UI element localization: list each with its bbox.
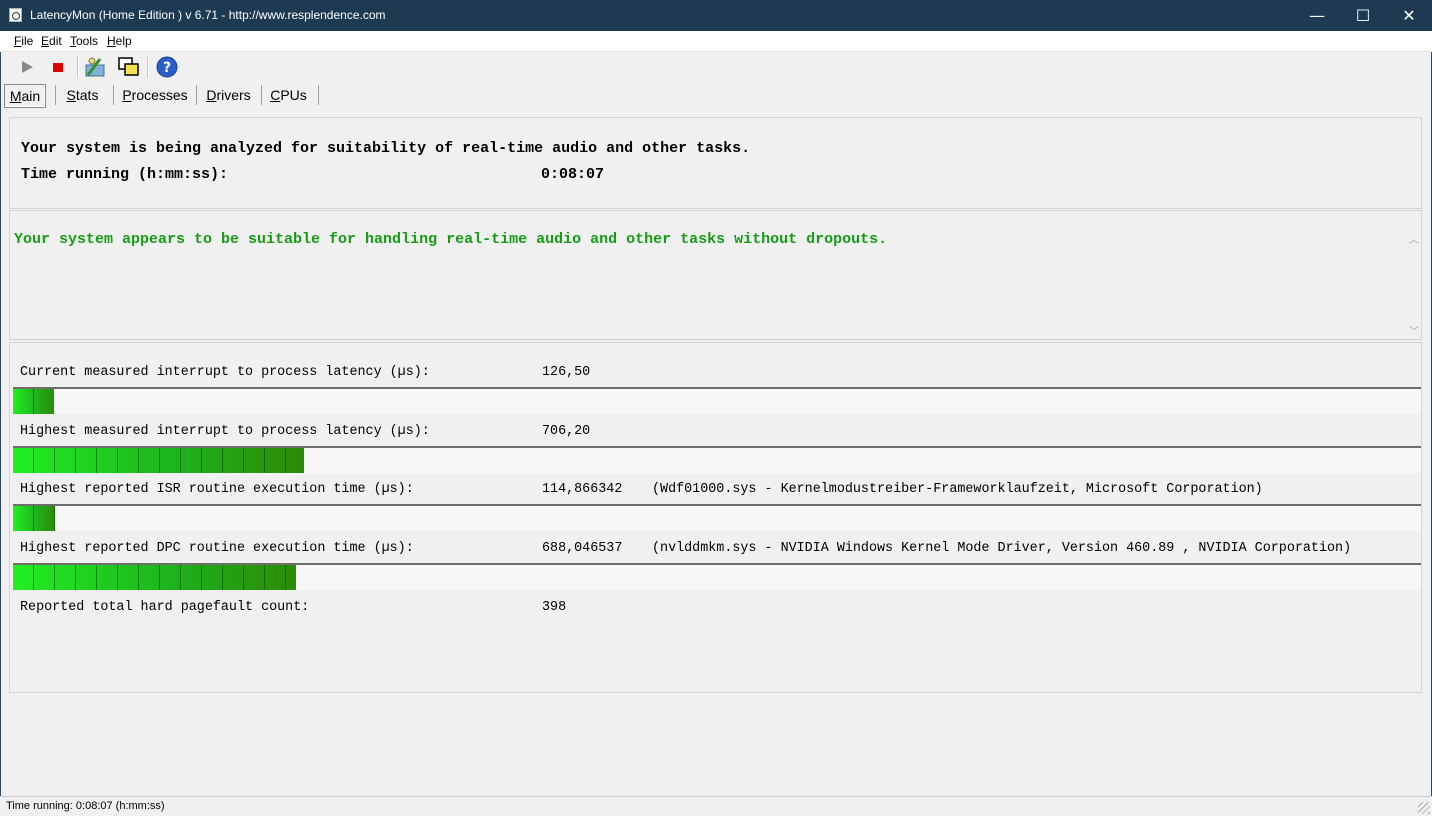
- tab-processes-label: rocesses: [131, 87, 188, 103]
- tab-separator: [318, 85, 319, 105]
- stop-button[interactable]: [46, 55, 70, 79]
- metric-driver-info: (nvlddmkm.sys - NVIDIA Windows Kernel Mo…: [652, 541, 1352, 556]
- tab-cpus[interactable]: CPUs: [266, 84, 311, 106]
- metric-label: Current measured interrupt to process la…: [20, 365, 430, 380]
- window-title: LatencyMon (Home Edition ) v 6.71 - http…: [30, 8, 386, 22]
- metric-driver-info: (Wdf01000.sys - Kernelmodustreiber-Frame…: [652, 482, 1263, 497]
- menu-tools-label: ools: [76, 34, 99, 48]
- scroll-down-icon[interactable]: ﹀: [1409, 323, 1419, 338]
- menu-tools[interactable]: Tools: [70, 34, 98, 48]
- close-icon: ✕: [1402, 6, 1416, 25]
- verdict-message: Your system appears to be suitable for h…: [14, 231, 888, 248]
- latency-bar-fill: [13, 389, 54, 414]
- metric-highest-isr-time: Highest reported ISR routine execution t…: [20, 482, 1263, 497]
- maximize-button[interactable]: ☐: [1340, 0, 1386, 31]
- play-icon: [22, 61, 33, 73]
- help-icon: ?: [156, 56, 178, 78]
- tab-processes[interactable]: Processes: [119, 84, 191, 106]
- menu-help-mnemonic: H: [107, 34, 116, 48]
- toolbar-separator: [147, 56, 149, 78]
- tab-main-label: ain: [21, 88, 41, 104]
- help-button[interactable]: ?: [155, 55, 179, 79]
- analyze-button[interactable]: [83, 55, 107, 79]
- window-border-left: [0, 31, 1, 815]
- metric-highest-dpc-time: Highest reported DPC routine execution t…: [20, 541, 1351, 556]
- metric-label: Reported total hard pagefault count:: [20, 600, 310, 615]
- stop-icon: [53, 63, 63, 72]
- analyze-icon: [85, 57, 105, 77]
- start-button[interactable]: [15, 55, 39, 79]
- tab-separator: [55, 85, 56, 105]
- metric-label: Highest reported ISR routine execution t…: [20, 482, 414, 497]
- metric-value: 706,20: [542, 424, 591, 439]
- tab-drivers[interactable]: Drivers: [201, 84, 256, 106]
- scroll-up-icon[interactable]: ︿: [1409, 231, 1419, 246]
- metric-current-interrupt-latency: Current measured interrupt to process la…: [20, 365, 590, 380]
- title-bar: LatencyMon (Home Edition ) v 6.71 - http…: [0, 0, 1432, 31]
- time-running-value: 0:08:07: [541, 166, 605, 183]
- metric-value: 398: [542, 600, 567, 615]
- tab-separator: [113, 85, 114, 105]
- latency-bar: [13, 387, 1421, 414]
- menu-help[interactable]: Help: [107, 34, 132, 48]
- verdict-panel: Your system appears to be suitable for h…: [9, 210, 1422, 340]
- tab-cpus-label: PUs: [280, 87, 307, 103]
- resize-grip-icon[interactable]: [1418, 802, 1430, 814]
- tab-main[interactable]: Main: [4, 84, 46, 108]
- metric-value: 688,046537: [542, 541, 623, 556]
- metric-label: Highest reported DPC routine execution t…: [20, 541, 414, 556]
- menu-file[interactable]: File: [14, 34, 33, 48]
- tab-stats[interactable]: Stats: [60, 84, 105, 106]
- metric-highest-interrupt-latency: Highest measured interrupt to process la…: [20, 424, 590, 439]
- tab-separator: [196, 85, 197, 105]
- tab-drivers-mnemonic: D: [206, 87, 217, 103]
- minimize-button[interactable]: —: [1294, 0, 1340, 31]
- app-icon[interactable]: [9, 8, 22, 22]
- menu-edit[interactable]: Edit: [41, 34, 62, 48]
- metrics-panel: Current measured interrupt to process la…: [9, 342, 1422, 693]
- verdict-scrollbar[interactable]: ︿ ﹀: [1406, 211, 1421, 339]
- tab-processes-mnemonic: P: [122, 87, 132, 103]
- latency-bar: [13, 504, 1421, 531]
- latency-bar-fill: [13, 506, 55, 531]
- toolbar-separator: [77, 56, 79, 78]
- analysis-headline: Your system is being analyzed for suitab…: [21, 140, 751, 157]
- tab-separator: [261, 85, 262, 105]
- metric-value: 126,50: [542, 365, 591, 380]
- menu-bar: File Edit Tools Help: [0, 31, 1432, 52]
- windows-icon: [118, 57, 139, 76]
- svg-text:?: ?: [163, 60, 171, 76]
- metric-value: 114,866342: [542, 482, 623, 497]
- time-running-label: Time running (h:mm:ss):: [21, 166, 229, 183]
- latency-bar: [13, 563, 1421, 590]
- close-button[interactable]: ✕: [1386, 0, 1432, 31]
- analysis-panel: Your system is being analyzed for suitab…: [9, 117, 1422, 209]
- menu-help-label: elp: [115, 34, 132, 48]
- windows-button[interactable]: [116, 55, 140, 79]
- latency-bar-fill: [13, 565, 296, 590]
- tab-strip: Main Stats Processes Drivers CPUs: [0, 82, 1432, 108]
- tab-drivers-label: rivers: [216, 87, 251, 103]
- tab-stats-label: tats: [75, 87, 99, 103]
- latency-bar: [13, 446, 1421, 473]
- toolbar: ?: [0, 52, 1432, 82]
- tab-stats-mnemonic: S: [66, 87, 76, 103]
- latency-bar-fill: [13, 448, 304, 473]
- menu-edit-mnemonic: E: [41, 34, 50, 48]
- status-bar: Time running: 0:08:07 (h:mm:ss): [0, 796, 1432, 816]
- metric-label: Highest measured interrupt to process la…: [20, 424, 430, 439]
- minimize-icon: —: [1309, 6, 1325, 25]
- maximize-icon: ☐: [1355, 6, 1371, 25]
- tab-cpus-mnemonic: C: [270, 87, 281, 103]
- menu-file-label: ile: [21, 34, 34, 48]
- metric-hard-pagefault-count: Reported total hard pagefault count: 398: [20, 600, 566, 615]
- tab-main-mnemonic: M: [9, 88, 22, 104]
- status-text: Time running: 0:08:07 (h:mm:ss): [6, 800, 165, 812]
- menu-edit-label: dit: [49, 34, 62, 48]
